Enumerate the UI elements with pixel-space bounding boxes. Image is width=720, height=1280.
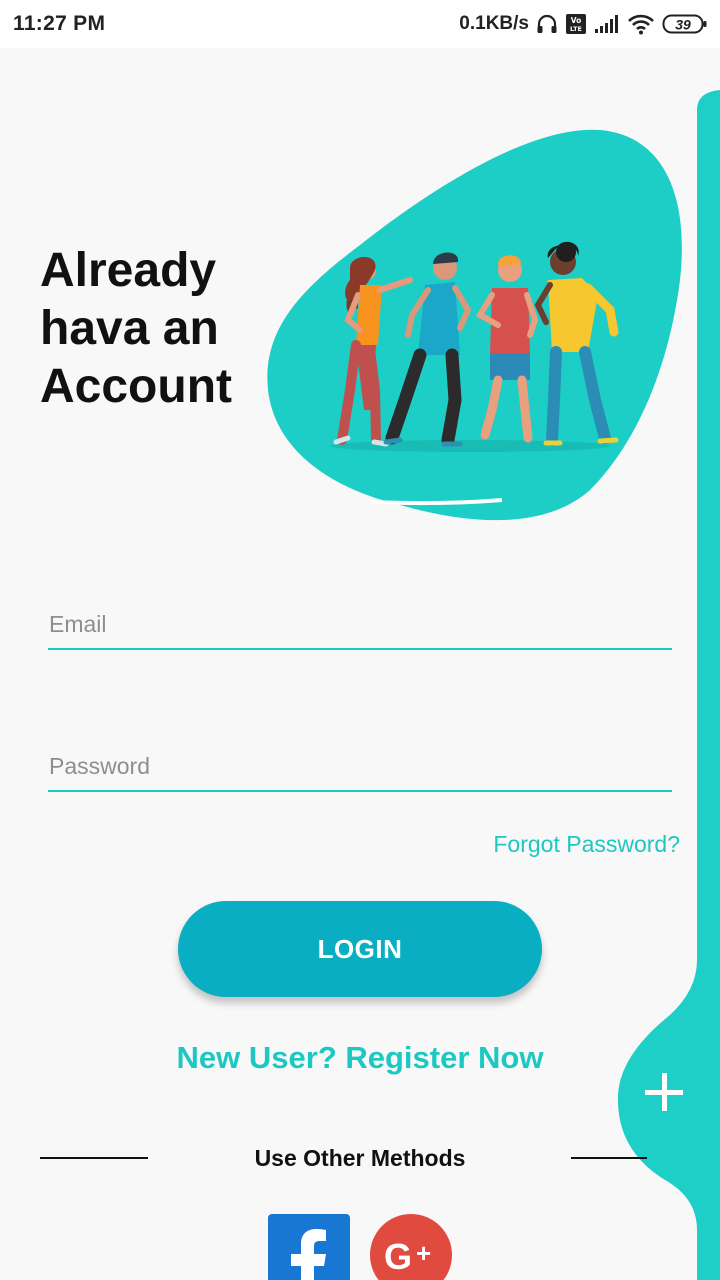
- facebook-login-button[interactable]: [268, 1214, 350, 1280]
- facebook-icon: [291, 1229, 326, 1280]
- page-title: Already hava an Account: [40, 242, 270, 416]
- svg-text:+: +: [416, 1238, 431, 1268]
- plus-icon: [645, 1073, 683, 1111]
- password-field[interactable]: [48, 742, 672, 792]
- forgot-password-link[interactable]: Forgot Password?: [493, 831, 680, 858]
- svg-text:G: G: [384, 1236, 412, 1277]
- title-line: hava an: [40, 302, 219, 355]
- login-button[interactable]: LOGIN: [178, 901, 542, 997]
- email-field[interactable]: [48, 600, 672, 650]
- group-of-friends-illustration: [330, 241, 619, 452]
- google-plus-login-button[interactable]: G +: [370, 1214, 452, 1280]
- google-plus-icon: G +: [384, 1236, 431, 1277]
- title-line: Already: [40, 244, 217, 297]
- title-line: Account: [40, 360, 232, 413]
- register-link[interactable]: New User? Register Now: [0, 1040, 720, 1076]
- divider-right: [571, 1157, 647, 1159]
- add-button[interactable]: [630, 1058, 700, 1128]
